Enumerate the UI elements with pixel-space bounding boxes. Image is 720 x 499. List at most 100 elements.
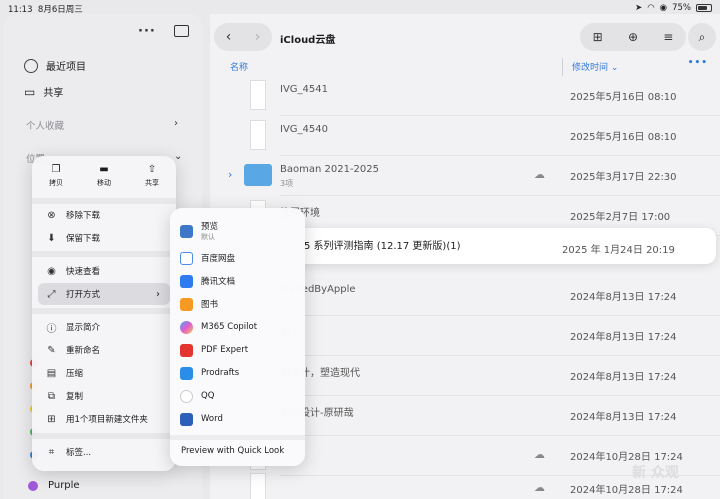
menu-item-show-info[interactable]: ⓘ 显示简介 <box>32 316 176 338</box>
menu-item-quick-look[interactable]: ◉ 快速查看 <box>32 260 176 282</box>
battery-fill <box>698 6 707 10</box>
tag-icon: ⌗ <box>48 446 55 458</box>
copy-icon: ❐ <box>51 164 61 175</box>
sidebar-item-shared[interactable]: ▭ 共享 <box>24 84 64 100</box>
move-label: 移动 <box>97 179 111 187</box>
archive-icon: ▤ <box>46 367 57 379</box>
sidebar-section-favorites[interactable]: 个人收藏 <box>26 118 64 132</box>
menu-item-duplicate[interactable]: ⧉ 复制 <box>32 385 176 407</box>
new-folder-icon[interactable]: ⊕ <box>628 30 638 44</box>
file-name: Baoman 2021-2025 <box>280 164 379 175</box>
file-name: IVG_4541 <box>280 84 328 95</box>
app-item-word[interactable]: Word <box>180 408 299 430</box>
column-header: 名称 修改时间 ⌄ ••• <box>210 58 720 76</box>
sidebar-item-purple[interactable]: Purple <box>28 480 80 491</box>
share-button[interactable]: ⇧ 共享 <box>145 164 159 198</box>
menu-item-compress[interactable]: ▤ 压缩 <box>32 362 176 384</box>
location-icon: ➤ <box>635 3 643 13</box>
column-name[interactable]: 名称 <box>230 60 248 73</box>
app-item-label: 百度网盘 <box>201 254 236 264</box>
app-item-preview[interactable]: 预览 默认 <box>180 220 299 242</box>
battery-icon <box>696 4 712 12</box>
app-item-default: 默认 <box>201 233 215 241</box>
app-item-quick-look[interactable]: Preview with Quick Look <box>181 446 284 456</box>
group-icon[interactable]: ⊞ <box>593 30 603 44</box>
word-icon <box>180 412 193 426</box>
purple-tag-icon <box>28 480 38 491</box>
app-item-text: 预览 默认 <box>201 220 218 242</box>
file-date: 2024年8月13日 17:24 <box>570 372 677 383</box>
duplicate-icon: ⧉ <box>47 390 56 402</box>
eye-icon: ◉ <box>47 265 56 277</box>
menu-item-open-with[interactable]: ⤢ 打开方式 › <box>38 283 170 305</box>
column-date[interactable]: 修改时间 ⌄ <box>572 60 618 73</box>
open-with-icon: ⤢ <box>47 288 56 300</box>
forward-icon[interactable]: › <box>255 29 261 45</box>
table-row[interactable]: › Baoman 2021-2025 3项 ☁ 2025年3月17日 22:30 <box>210 156 720 196</box>
app-item-label: QQ <box>201 391 215 401</box>
app-item-label: Prodrafts <box>201 368 240 378</box>
more-icon[interactable]: ··· <box>138 24 156 39</box>
app-item-m365[interactable]: M365 Copilot <box>180 316 299 338</box>
menu-item-rename[interactable]: ✎ 重新命名 <box>32 339 176 361</box>
cloud-download-icon[interactable]: ☁ <box>534 168 545 181</box>
open-with-submenu: 预览 默认 百度网盘 腾讯文档 图书 M365 Copilot PDF Expe… <box>170 208 305 466</box>
books-icon <box>180 297 193 311</box>
menu-item-keep-download[interactable]: ⬇ 保留下载 <box>32 227 176 249</box>
info-icon: ⓘ <box>46 323 57 335</box>
download-icon: ⬇ <box>47 232 56 244</box>
app-item-tencent[interactable]: 腾讯文档 <box>180 270 299 292</box>
column-divider <box>562 58 563 76</box>
baidu-netdisk-icon <box>180 251 193 265</box>
back-icon[interactable]: ‹ <box>226 29 232 45</box>
sidebar-top: ··· <box>4 22 202 44</box>
move-button[interactable]: ▬ 移动 <box>97 164 111 198</box>
menu-item-remove-download[interactable]: ⊗ 移除下载 <box>32 204 176 226</box>
app-item-prodrafts[interactable]: Prodrafts <box>180 362 299 384</box>
copy-button[interactable]: ❐ 拷贝 <box>49 164 63 198</box>
folder-icon <box>244 164 272 186</box>
nav-buttons: ‹ › <box>214 23 272 51</box>
file-date: 2025年2月7日 17:00 <box>570 212 671 223</box>
watermark: 新 众观 <box>632 465 679 481</box>
search-icon[interactable]: ⌕ <box>688 23 716 51</box>
app-item-pdf-expert[interactable]: PDF Expert <box>180 339 299 361</box>
pencil-icon: ✎ <box>47 344 56 356</box>
shared-folder-icon: ▭ <box>24 84 36 99</box>
app-item-baidu[interactable]: 百度网盘 <box>180 247 299 269</box>
menu-item-tags[interactable]: ⌗ 标签... <box>32 441 176 463</box>
file-thumbnail <box>250 120 266 150</box>
cloud-download-icon[interactable]: ☁ <box>534 481 545 494</box>
menu-item-label: 快速查看 <box>66 267 101 277</box>
chevron-right-icon[interactable]: › <box>174 118 178 129</box>
file-meta: 3项 <box>280 179 294 188</box>
menu-item-new-folder[interactable]: ⊞ 用1个项目新建文件夹 <box>32 408 176 430</box>
menu-item-label: 复制 <box>66 392 84 402</box>
context-menu: ❐ 拷贝 ▬ 移动 ⇧ 共享 ⊗ 移除下载 ⬇ 保留下载 ◉ 快速查看 ⤢ 打开… <box>32 156 176 471</box>
share-icon: ⇧ <box>147 164 157 175</box>
table-row[interactable]: IVG_4540 2025年5月16日 08:10 <box>210 116 720 156</box>
menu-separator <box>170 435 305 440</box>
file-date: 2025年3月17日 22:30 <box>570 172 677 183</box>
list-view-icon[interactable]: ≡ <box>663 30 673 44</box>
menu-item-label: 用1个项目新建文件夹 <box>66 415 148 425</box>
file-thumbnail <box>250 473 266 499</box>
app-item-label: 图书 <box>201 300 219 310</box>
sidebar-item-label: 共享 <box>43 88 64 99</box>
menu-separator <box>32 308 176 314</box>
sidebar-item-recent[interactable]: 最近项目 <box>24 58 86 73</box>
app-item-qq[interactable]: QQ <box>180 385 299 407</box>
column-more-icon[interactable]: ••• <box>688 58 708 68</box>
cloud-download-icon[interactable]: ☁ <box>534 448 545 461</box>
file-date: 2024年8月13日 17:24 <box>570 332 677 343</box>
table-row[interactable]: IVG_4541 2025年5月16日 08:10 <box>210 76 720 116</box>
sidebar-item-label: Purple <box>48 480 80 491</box>
sidebar-toggle-icon[interactable] <box>174 25 189 37</box>
app-item-books[interactable]: 图书 <box>180 293 299 315</box>
menu-item-label: 重新命名 <box>66 346 101 356</box>
file-thumbnail <box>250 80 266 110</box>
pdf-expert-icon <box>180 343 193 357</box>
clock-icon <box>24 58 38 73</box>
app-item-label: 预览 <box>201 222 219 232</box>
disclosure-chevron-icon[interactable]: › <box>228 168 232 181</box>
